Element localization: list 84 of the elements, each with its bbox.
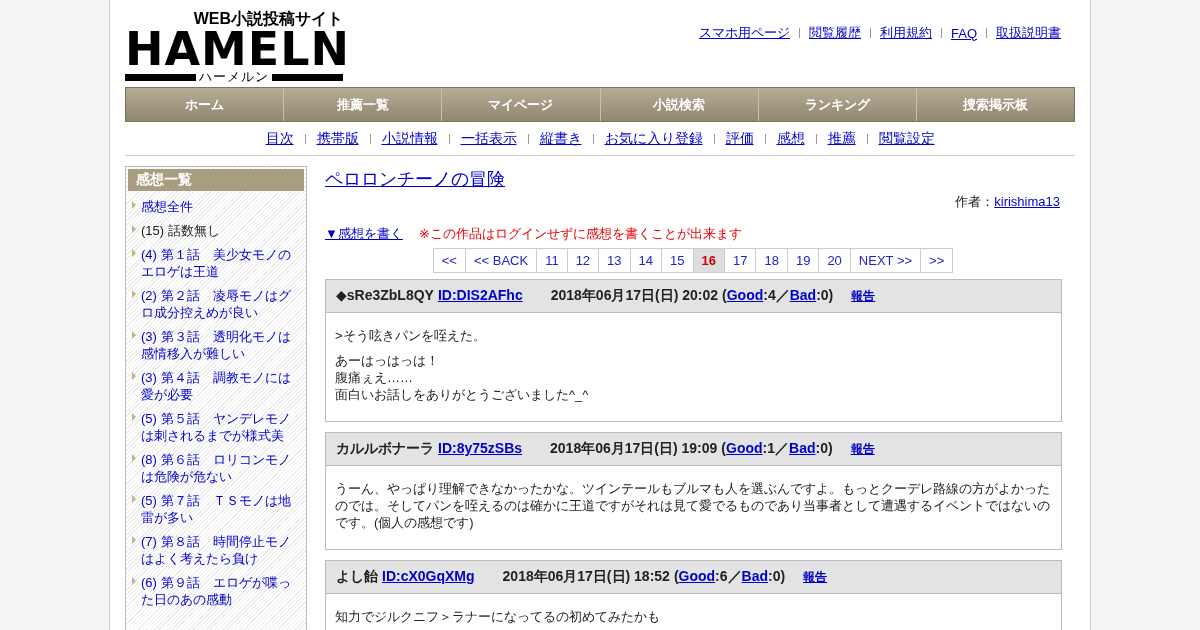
bullet-icon — [132, 536, 136, 544]
bad-link[interactable]: Bad — [789, 287, 817, 303]
report-link[interactable]: 報告 — [803, 569, 828, 586]
bullet-icon — [132, 577, 136, 585]
page-link[interactable]: >> — [920, 248, 954, 273]
comment-text: あーはっはっは！ 腹痛ぇえ…… 面白いお話しをありがとうございました^_^ — [335, 352, 590, 403]
novel-menu-link[interactable]: 目次 — [265, 130, 294, 148]
novel-menu-link[interactable]: 縦書き — [539, 130, 582, 148]
header-link[interactable]: 利用規約 — [880, 24, 932, 42]
bullet-icon — [132, 454, 136, 462]
vote-counts: (Good:4／Bad:0) — [722, 287, 834, 305]
sidebar-item[interactable]: (6) 第９話 エロゲが喋った日のあの感動 — [141, 574, 300, 608]
sidebar-item: (15) 話数無し — [141, 222, 220, 239]
logo-bar — [272, 73, 343, 81]
novel-menu-link[interactable]: 閲覧設定 — [878, 130, 935, 148]
bullet-icon — [132, 290, 136, 298]
report-link[interactable]: 報告 — [851, 288, 876, 305]
comment-text: 知力でジルクニフ＞ラナーになってるの初めてみたかも — [335, 608, 661, 625]
page-link[interactable]: << BACK — [464, 248, 538, 273]
bullet-icon — [132, 413, 136, 421]
sidebar-item[interactable]: 感想全件 — [141, 198, 193, 215]
logo-tagline: WEB小説投稿サイト — [193, 10, 343, 28]
page-link[interactable]: 14 — [629, 248, 663, 273]
novel-menu-link[interactable]: 小説情報 — [381, 130, 438, 148]
comment-text: >そう呟きパンを咥えた。 — [335, 327, 487, 344]
report-link[interactable]: 報告 — [850, 441, 875, 458]
page-link[interactable]: 18 — [755, 248, 788, 273]
site-logo[interactable]: HAMELN — [125, 28, 351, 70]
author-label: 作者： — [955, 194, 995, 209]
bullet-icon — [132, 201, 136, 209]
logo-kana: ハーメルン — [199, 70, 269, 84]
vote-counts: (Good:6／Bad:0) — [673, 568, 786, 586]
notice-text: ※この作品はログインせずに感想を書くことが出来ます — [418, 225, 742, 243]
sidebar-item[interactable]: (3) 第４話 調教モノには愛が必要 — [141, 369, 300, 403]
header-link[interactable]: FAQ — [951, 25, 977, 41]
novel-title[interactable]: ペロロンチーノの冒険 — [325, 167, 505, 191]
bad-link[interactable]: Bad — [741, 568, 768, 584]
author-name: カルルボナーラ — [336, 440, 434, 458]
vote-counts: (Good:1／Bad:0) — [721, 440, 833, 458]
user-id-link[interactable]: ID:cX0GqXMg — [382, 568, 475, 584]
page-link[interactable]: 12 — [566, 248, 600, 273]
sidebar-item[interactable]: (2) 第２話 凌辱モノはグロ成分控えめが良い — [141, 287, 300, 321]
sidebar-item[interactable]: (5) 第５話 ヤンデレモノは刺されるまでが様式美 — [141, 410, 300, 444]
comment-date: 2018年06月17日(日) 20:02 — [550, 287, 718, 305]
write-review-link[interactable]: ▼感想を書く — [325, 225, 403, 243]
sidebar-item[interactable]: (4) 第１話 美少女モノのエロゲは王道 — [141, 246, 300, 280]
header-link[interactable]: スマホ用ページ — [699, 24, 790, 42]
page-link[interactable]: 19 — [786, 248, 820, 273]
novel-menu-link[interactable]: お気に入り登録 — [604, 130, 703, 148]
bullet-icon — [132, 331, 136, 339]
comment-date: 2018年06月17日(日) 18:52 — [502, 568, 670, 586]
sidebar-item[interactable]: (8) 第６話 ロリコンモノは危険が危ない — [141, 451, 300, 485]
novel-menu-link[interactable]: 推薦 — [827, 130, 856, 148]
bullet-icon — [132, 495, 136, 503]
bullet-icon — [132, 372, 136, 380]
page-link[interactable]: 17 — [723, 248, 757, 273]
page-link[interactable]: 13 — [598, 248, 631, 273]
user-id-link[interactable]: ID:8y75zSBs — [438, 440, 523, 456]
sidebar-item[interactable]: (3) 第３話 透明化モノは感情移入が難しい — [141, 328, 300, 362]
novel-menu-link[interactable]: 携帯版 — [316, 130, 359, 148]
header-link[interactable]: 閲覧履歴 — [809, 24, 861, 42]
logo-bar — [125, 73, 196, 81]
author-name: よし飴 — [336, 568, 378, 586]
page-link[interactable]: << — [432, 248, 466, 273]
page-link[interactable]: 20 — [818, 248, 851, 273]
sidebar-item[interactable]: (7) 第８話 時間停止モノはよく考えたら負け — [141, 533, 300, 567]
page-link[interactable]: NEXT >> — [849, 248, 922, 273]
author-name: ◆sRe3ZbL8QY — [336, 287, 434, 303]
novel-menu-link[interactable]: 評価 — [725, 130, 754, 148]
bullet-icon — [132, 225, 136, 233]
novel-menu-link[interactable]: 感想 — [776, 130, 805, 148]
user-id-link[interactable]: ID:DIS2AFhc — [437, 287, 523, 303]
author-link[interactable]: kirishima13 — [994, 194, 1060, 209]
bullet-icon — [132, 249, 136, 257]
sidebar-title: 感想一覧 — [128, 169, 304, 191]
novel-menu-link[interactable]: 一括表示 — [460, 130, 517, 148]
page-link[interactable]: 16 — [692, 248, 725, 273]
sidebar-item[interactable]: (5) 第７話 ＴＳモノは地雷が多い — [141, 492, 300, 526]
bad-link[interactable]: Bad — [789, 440, 816, 456]
good-link[interactable]: Good — [726, 440, 763, 456]
comment-date: 2018年06月17日(日) 19:09 — [550, 440, 718, 458]
header-link[interactable]: 取扱説明書 — [996, 24, 1061, 42]
comment-text: うーん、やっぱり理解できなかったかな。ツインテールもブルマも人を選ぶんですよ。もっとクーデレ路線の方がよかったのでは。そしてパンを咥えるのは確かに王道ですがそれは見て愛でるものであり当事者として遭遇するイベントではないのです。(個人の感想です) — [335, 480, 1051, 531]
page-link[interactable]: 11 — [536, 248, 568, 273]
